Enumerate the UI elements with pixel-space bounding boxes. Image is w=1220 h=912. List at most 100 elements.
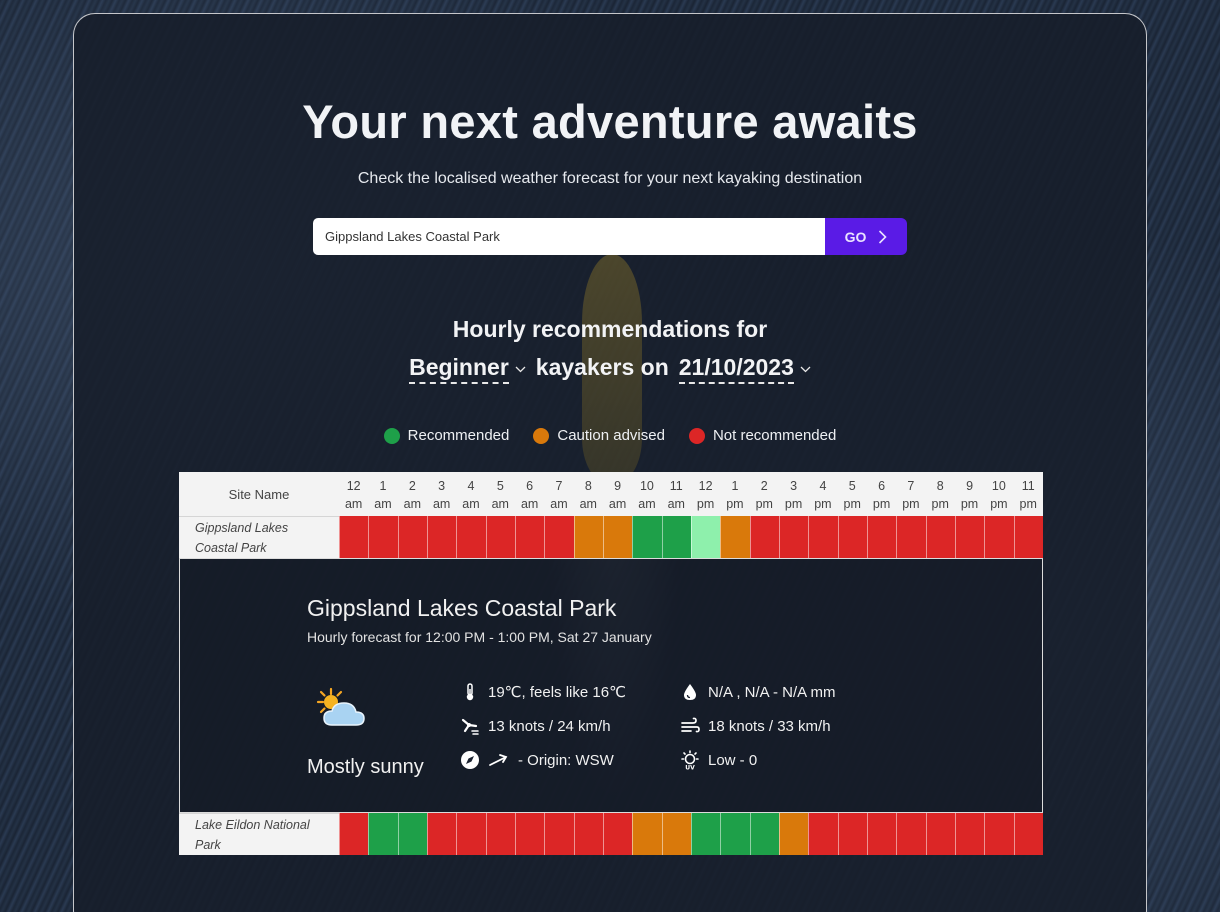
date-value: 21/10/2023 xyxy=(678,354,794,384)
chevron-down-icon xyxy=(515,366,526,372)
site-name-cell[interactable]: Lake Eildon National Park xyxy=(179,813,339,855)
main-panel: Your next adventure awaits Check the loc… xyxy=(73,13,1147,912)
hour-status-cell[interactable] xyxy=(720,516,750,558)
hour-status-cell[interactable] xyxy=(866,516,897,558)
hour-header: 4 pm xyxy=(808,472,837,516)
weather-condition: Mostly sunny xyxy=(307,756,424,778)
hour-status-cell[interactable] xyxy=(339,813,369,855)
hour-status-cell[interactable] xyxy=(1013,813,1043,855)
date-select[interactable]: 21/10/2023 xyxy=(678,354,811,384)
hour-header: 7 am xyxy=(544,472,573,516)
hour-status-cell[interactable] xyxy=(368,516,398,558)
hour-status-cell[interactable] xyxy=(778,516,809,558)
legend-label: Not recommended xyxy=(712,427,837,444)
hour-status-cell[interactable] xyxy=(954,813,985,855)
hour-status-cell[interactable] xyxy=(632,813,662,855)
hour-status-cell[interactable] xyxy=(866,813,897,855)
legend-item: Recommended xyxy=(383,427,510,444)
hour-period: pm xyxy=(755,497,773,511)
hour-period: pm xyxy=(726,497,744,511)
legend-label: Recommended xyxy=(407,427,510,444)
hour-status-cell[interactable] xyxy=(661,516,691,558)
hour-period: am xyxy=(374,497,392,511)
hour-status-cell[interactable] xyxy=(544,813,574,855)
hero-title: Your next adventure awaits xyxy=(302,95,918,148)
hour-status-cell[interactable] xyxy=(368,813,398,855)
raindrop-icon xyxy=(684,684,696,700)
hour-status-cell[interactable] xyxy=(808,516,838,558)
hour-status-cell[interactable] xyxy=(397,516,427,558)
hour-status-cell[interactable] xyxy=(426,813,457,855)
hour-status-cell[interactable] xyxy=(925,813,955,855)
hour-status-cell[interactable] xyxy=(573,813,603,855)
hour-header: 12 pm xyxy=(691,472,720,516)
legend-dot xyxy=(533,427,550,444)
hour-header: 3 pm xyxy=(779,472,808,516)
hour-status-cell[interactable] xyxy=(749,516,779,558)
hour-status-cell[interactable] xyxy=(426,516,457,558)
search-input[interactable] xyxy=(313,218,825,255)
hour-status-cell[interactable] xyxy=(690,813,721,855)
hour-number: 11 xyxy=(669,479,683,493)
hour-status-cell[interactable] xyxy=(573,516,603,558)
hour-status-cell[interactable] xyxy=(954,516,985,558)
hour-status-cell[interactable] xyxy=(661,813,691,855)
hour-status-cell[interactable] xyxy=(749,813,779,855)
skill-level-select[interactable]: Beginner xyxy=(409,354,526,384)
hour-number: 1 xyxy=(731,479,739,493)
hour-period: pm xyxy=(814,497,832,511)
hour-header: 10 am xyxy=(632,472,661,516)
hour-period: am xyxy=(579,497,597,511)
rain-metric: N/A , N/A - N/A mm xyxy=(680,682,836,702)
hour-status-cell[interactable] xyxy=(690,516,721,558)
hour-period: am xyxy=(344,497,363,511)
hour-status-cell[interactable] xyxy=(837,516,867,558)
compass-icon xyxy=(461,751,479,769)
hour-period: am xyxy=(462,497,480,511)
hour-status-cell[interactable] xyxy=(896,813,926,855)
temperature-metric: 19℃, feels like 16℃ xyxy=(460,682,626,702)
wind-speed-icon xyxy=(461,718,479,735)
go-button[interactable]: GO xyxy=(825,218,907,255)
hour-header: 6 am xyxy=(515,472,544,516)
recommendations-selector-line: Beginner kayakers on 21/10/2023 xyxy=(74,354,1146,384)
hour-status-cell[interactable] xyxy=(544,516,574,558)
hour-period: pm xyxy=(902,497,920,511)
thermometer-icon xyxy=(466,683,474,701)
hour-status-cell[interactable] xyxy=(514,516,545,558)
hour-status-cell[interactable] xyxy=(602,813,633,855)
hour-status-cell[interactable] xyxy=(925,516,955,558)
uv-metric: UV Low - 0 xyxy=(680,750,757,770)
hour-status-cell[interactable] xyxy=(720,813,750,855)
hour-status-cell[interactable] xyxy=(456,813,486,855)
site-name-cell[interactable]: Gippsland Lakes Coastal Park xyxy=(179,516,339,558)
hour-number: 12 xyxy=(346,479,361,493)
hour-period: pm xyxy=(696,497,715,511)
hour-number: 3 xyxy=(790,479,798,493)
hour-header: 7 pm xyxy=(896,472,925,516)
hour-status-cell[interactable] xyxy=(397,813,427,855)
hour-number: 9 xyxy=(966,479,974,493)
hour-status-cell[interactable] xyxy=(984,516,1014,558)
hour-status-cell[interactable] xyxy=(339,516,369,558)
hour-status-cell[interactable] xyxy=(485,516,515,558)
hour-status-cell[interactable] xyxy=(632,516,662,558)
hour-header: 11 am xyxy=(662,472,691,516)
hour-period: am xyxy=(403,497,421,511)
hour-status-cell[interactable] xyxy=(602,516,633,558)
hour-status-cell[interactable] xyxy=(1013,516,1043,558)
hour-status-cell[interactable] xyxy=(984,813,1014,855)
hour-number: 5 xyxy=(496,479,504,493)
hour-status-cell[interactable] xyxy=(456,516,486,558)
hour-status-cell[interactable] xyxy=(837,813,867,855)
hour-status-cell[interactable] xyxy=(896,516,926,558)
hour-status-cell[interactable] xyxy=(514,813,545,855)
hour-status-cell[interactable] xyxy=(485,813,515,855)
hour-status-cell[interactable] xyxy=(808,813,838,855)
wind-value: 13 knots / 24 km/h xyxy=(488,717,611,735)
hour-header: 1 pm xyxy=(720,472,749,516)
hour-period: am xyxy=(491,497,509,511)
hour-period: pm xyxy=(1019,497,1037,511)
hour-status-cell[interactable] xyxy=(778,813,809,855)
hour-period: pm xyxy=(931,497,949,511)
